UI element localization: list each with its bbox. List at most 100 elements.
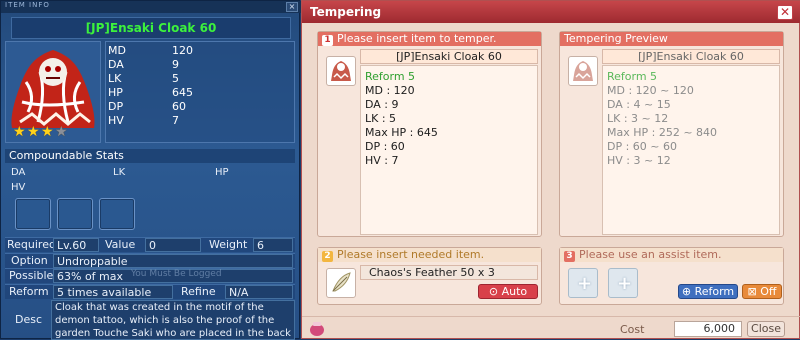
current-reform-stat: Reform 5 <box>365 70 416 83</box>
section3-header: 3 Please use an assist item. <box>560 248 783 262</box>
compoundable-stat: HP <box>215 167 229 178</box>
item-info-window: ITEM INFO × [JP]Ensaki Cloak 60 ★ ★ ★ ★ … <box>0 0 301 340</box>
stat-hv-value: 7 <box>172 114 179 127</box>
weight-value: 6 <box>253 238 293 252</box>
reform-button-label: Reform <box>694 285 735 298</box>
preview-maxhp-stat: Max HP : 252 ~ 840 <box>607 126 718 139</box>
temper-item-slot[interactable] <box>326 56 356 86</box>
stat-lk-value: 5 <box>172 72 179 85</box>
assist-slot[interactable]: + <box>608 268 638 298</box>
reform-label: Reform <box>9 285 49 298</box>
stat-dp-value: 60 <box>172 100 186 113</box>
off-button-label: Off <box>760 285 777 298</box>
option-value: Undroppable <box>53 254 293 268</box>
preview-reform-stat: Reform 5 <box>607 70 658 83</box>
compoundable-stat: LK <box>113 167 126 178</box>
stat-hv-label: HV <box>108 114 124 127</box>
preview-item-slot <box>568 56 598 86</box>
current-hv-stat: HV : 7 <box>365 154 399 167</box>
cloak-icon <box>573 61 593 81</box>
section1-number: 1 <box>322 35 333 46</box>
auto-button-label: Auto <box>501 285 528 298</box>
section2-label: Please insert needed item. <box>337 248 485 261</box>
compound-slot[interactable] <box>99 198 135 230</box>
compound-slot[interactable] <box>57 198 93 230</box>
cost-value: 6,000 <box>674 321 742 337</box>
section3-label: Please use an assist item. <box>579 248 722 261</box>
stat-da-label: DA <box>108 58 124 71</box>
section1-label: Please insert item to temper. <box>337 32 497 45</box>
current-dp-stat: DP : 60 <box>365 140 405 153</box>
preview-md-stat: MD : 120 ~ 120 <box>607 84 694 97</box>
required-row: Required Lv.60 Value 0 Weight 6 <box>5 237 295 252</box>
preview-hv-stat: HV : 3 ~ 12 <box>607 154 671 167</box>
tempering-title: Tempering <box>310 5 382 19</box>
current-da-stat: DA : 9 <box>365 98 399 111</box>
compoundable-stats-title: Compoundable Stats <box>5 149 295 163</box>
reform-value: 5 times available <box>53 285 173 299</box>
option-label: Option <box>11 254 48 267</box>
watermark-text: You Must Be Logged <box>131 269 222 279</box>
stat-dp-label: DP <box>108 100 124 113</box>
feather-icon <box>332 272 351 292</box>
star-empty-icon: ★ <box>55 124 68 140</box>
cloak-icon <box>331 61 351 81</box>
value-value: 0 <box>145 238 201 252</box>
stat-hp-label: HP <box>108 86 123 99</box>
temper-item-name: [JP]Ensaki Cloak 60 <box>360 49 538 64</box>
reform-row: Reform 5 times available Refine N/A <box>5 284 295 299</box>
plus-icon: + <box>617 273 633 294</box>
option-row: Option Undroppable <box>5 253 295 268</box>
preview-item-name: [JP]Ensaki Cloak 60 <box>602 49 780 64</box>
auto-icon: ⊙ <box>488 285 499 298</box>
tempering-close-icon[interactable]: ✕ <box>777 5 793 20</box>
compound-slot[interactable] <box>15 198 51 230</box>
section1-header: 1 Please insert item to temper. <box>318 32 541 46</box>
preview-header: Tempering Preview <box>560 32 783 46</box>
stat-list: MD 120 DA 9 LK 5 HP 645 DP 60 HV 7 <box>105 41 295 143</box>
compoundable-stat: DA <box>11 167 26 178</box>
star-icon: ★ <box>41 124 54 140</box>
needed-item-name: Chaos's Feather 50 x 3 <box>360 265 538 280</box>
star-icon: ★ <box>13 124 26 140</box>
close-button[interactable]: Close <box>747 321 785 337</box>
preview-stats-box: Reform 5 MD : 120 ~ 120 DA : 4 ~ 15 LK :… <box>602 65 780 235</box>
stat-da-value: 9 <box>172 58 179 71</box>
item-name: [JP]Ensaki Cloak 60 <box>11 17 291 39</box>
current-md-stat: MD : 120 <box>365 84 415 97</box>
auto-button[interactable]: ⊙ Auto <box>478 284 538 299</box>
tempering-preview-pane: Tempering Preview [JP]Ensaki Cloak 60 Re… <box>559 31 784 237</box>
reform-button[interactable]: ⊕ Reform <box>678 284 738 299</box>
assist-slot[interactable]: + <box>568 268 598 298</box>
refine-label: Refine <box>181 285 216 298</box>
description-text: Cloak that was created in the motif of t… <box>51 300 295 340</box>
section2-number: 2 <box>322 251 333 262</box>
plus-icon: + <box>577 273 593 294</box>
needed-item-slot[interactable] <box>326 268 356 298</box>
refine-value: N/A <box>225 285 293 299</box>
bottom-divider <box>302 316 800 317</box>
preview-lk-stat: LK : 3 ~ 12 <box>607 112 669 125</box>
section2-header: 2 Please insert needed item. <box>318 248 541 262</box>
item-info-close-icon[interactable]: × <box>286 2 298 12</box>
stat-md-value: 120 <box>172 44 193 57</box>
preview-dp-stat: DP : 60 ~ 60 <box>607 140 678 153</box>
preview-da-stat: DA : 4 ~ 15 <box>607 98 671 111</box>
off-x-icon: ⊠ <box>747 285 757 298</box>
needed-item-pane: 2 Please insert needed item. Chaos's Feat… <box>317 247 542 305</box>
item-info-title: ITEM INFO <box>5 1 50 9</box>
weight-label: Weight <box>209 238 248 251</box>
off-button[interactable]: ⊠ Off <box>742 284 782 299</box>
temper-item-pane: 1 Please insert item to temper. [JP]Ensak… <box>317 31 542 237</box>
required-label: Required <box>7 238 56 251</box>
desc-label: Desc <box>15 313 43 326</box>
value-label: Value <box>105 238 136 251</box>
stat-md-label: MD <box>108 44 126 57</box>
reform-plus-icon: ⊕ <box>681 285 692 298</box>
required-value: Lv.60 <box>53 238 99 252</box>
stat-lk-label: LK <box>108 72 122 85</box>
assist-item-pane: 3 Please use an assist item. + + ⊕ Reform… <box>559 247 784 305</box>
tempering-window: Tempering ✕ 1 Please insert item to tempe… <box>301 0 800 339</box>
pot-icon <box>308 319 326 337</box>
possible-label: Possible <box>9 269 54 282</box>
